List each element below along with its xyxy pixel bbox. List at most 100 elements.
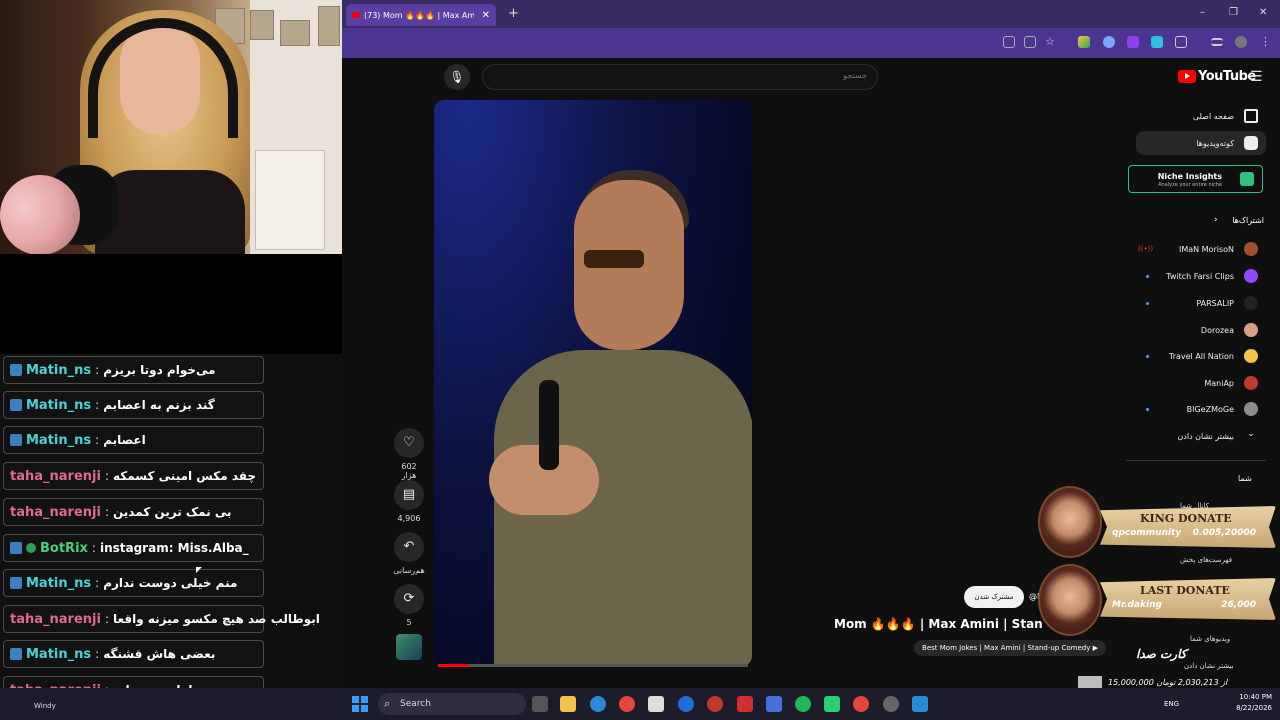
new-content-dot: [1146, 407, 1149, 411]
comment-icon[interactable]: ▤: [394, 480, 424, 510]
shorts-video-player[interactable]: [434, 100, 752, 666]
share-action[interactable]: ↶ هم‌رسانی: [393, 532, 425, 575]
remix-icon[interactable]: ⟳: [394, 584, 424, 614]
voice-search-button[interactable]: 🎙: [444, 64, 470, 90]
you-section-header[interactable]: شما: [1238, 474, 1252, 483]
app-icon[interactable]: [824, 696, 840, 712]
app-icon[interactable]: [737, 696, 753, 712]
chat-username: Matin_ns: [26, 646, 92, 662]
share-icon[interactable]: ↶: [394, 532, 424, 562]
show-more-button[interactable]: بیشتر نشان دادن ⌄: [1126, 424, 1266, 448]
minimize-button[interactable]: –: [1200, 7, 1205, 18]
like-icon[interactable]: ♡: [394, 428, 424, 458]
comment-action[interactable]: ▤ 4,906: [393, 480, 425, 523]
browser-tab[interactable]: (73) Mom 🔥🔥🔥 | Max Amini ✕: [346, 4, 496, 26]
menu-hamburger-icon[interactable]: ☰: [1250, 69, 1263, 85]
app-icon[interactable]: [912, 696, 928, 712]
sidebar-item-label: کوته‌ویدیوها: [1196, 138, 1234, 148]
cast-icon[interactable]: [1024, 36, 1036, 48]
sidebar-item-shorts[interactable]: کوته‌ویدیوها: [1136, 131, 1266, 155]
taskbar-search[interactable]: ⌕ Search: [378, 693, 526, 715]
translate-icon[interactable]: [1003, 36, 1015, 48]
sidebar-item-subscription[interactable]: BIGeZMoGe: [1126, 397, 1266, 421]
subscription-name: Twitch Farsi Clips: [1166, 271, 1234, 281]
spotify-icon[interactable]: [795, 696, 811, 712]
chrome-icon[interactable]: [619, 696, 635, 712]
chat-text: بی نمک ترین کمدین: [112, 505, 232, 519]
subscription-name: PARSALIP: [1196, 298, 1234, 308]
search-input[interactable]: جستجو: [482, 64, 878, 90]
channel-avatar: [1244, 242, 1258, 256]
wall-poster: [280, 20, 310, 46]
remix-action[interactable]: ⟳ 5: [393, 584, 425, 627]
playlist-icon[interactable]: [1211, 38, 1223, 46]
system-clock[interactable]: 10:40 PM 8/22/2026: [1228, 692, 1272, 714]
new-content-dot: [1146, 354, 1149, 358]
app-icon[interactable]: [678, 696, 694, 712]
stats-app-icon[interactable]: [766, 696, 782, 712]
chevron-right-icon[interactable]: ›: [1214, 215, 1218, 225]
weather-widget[interactable]: Windy: [34, 702, 56, 710]
niche-title: Niche Insights: [1157, 172, 1222, 181]
bookmark-star-icon[interactable]: ☆: [1045, 36, 1057, 48]
store-icon[interactable]: [648, 696, 664, 712]
sidebar-item-subscription[interactable]: Travel All Nation: [1126, 344, 1266, 368]
browser-menu-icon[interactable]: ⋮: [1260, 36, 1272, 48]
video-progress-bar[interactable]: [438, 664, 748, 667]
subscription-name: ManiAp: [1204, 378, 1234, 388]
chrome-active-icon[interactable]: [853, 696, 869, 712]
new-content-dot: [1146, 274, 1149, 278]
sidebar-item-subscription[interactable]: ((•)) IMaN MorisoN: [1126, 237, 1266, 261]
sidebar-item-subscription[interactable]: ManiAp: [1126, 371, 1266, 395]
audio-thumbnail[interactable]: [396, 634, 422, 660]
home-icon: [1244, 109, 1258, 123]
chat-message: taha_narenji: بی نمک ترین کمدین: [3, 498, 264, 526]
twitch-badge-icon: [10, 648, 22, 660]
wall-poster: [318, 6, 340, 46]
chat-text: بعضی هاش قشنگه: [103, 647, 216, 661]
sidebar-item-subscription[interactable]: Dorozea: [1126, 318, 1266, 342]
file-explorer-icon[interactable]: [560, 696, 576, 712]
edge-icon[interactable]: [590, 696, 606, 712]
extension-icon[interactable]: [1151, 36, 1163, 48]
channel-avatar: [1244, 402, 1258, 416]
sidebar-item-show-more[interactable]: بیشتر نشان دادن: [1184, 662, 1234, 670]
extension-icon[interactable]: [1078, 36, 1090, 48]
new-tab-button[interactable]: +: [508, 6, 519, 21]
king-donate-value: 0.005,20000: [1192, 528, 1256, 538]
chat-message: taha_narenji: چقد مکس امینی کسمکه: [3, 462, 264, 490]
chat-message: Matin_ns: می‌خوام دوتا بریزم: [3, 356, 264, 384]
sidebar-item-home[interactable]: صفحه اصلی: [1126, 104, 1266, 128]
windows-taskbar: [0, 688, 1280, 720]
donor-avatar: [1038, 486, 1102, 558]
comedian-glasses: [584, 250, 644, 268]
task-view-icon[interactable]: [532, 696, 548, 712]
extension-icon[interactable]: [1127, 36, 1139, 48]
shield-extension-icon[interactable]: [1103, 36, 1115, 48]
windows-start-icon[interactable]: [352, 696, 368, 712]
subscription-name: BIGeZMoGe: [1186, 404, 1234, 414]
verified-badge-icon: [26, 543, 36, 553]
chat-message: taha_narenji: ابوطالب صد هیچ مکسو میزنه و…: [3, 605, 320, 633]
app-icon[interactable]: [707, 696, 723, 712]
extensions-puzzle-icon[interactable]: [1175, 36, 1187, 48]
last-donate-banner: LAST DONATE Mr.daking 26,000: [1100, 578, 1276, 620]
close-window-button[interactable]: ✕: [1259, 7, 1267, 18]
channel-avatar: [1244, 349, 1258, 363]
twitch-badge-icon: [10, 434, 22, 446]
microphone-icon: 🎙: [449, 70, 465, 84]
language-indicator[interactable]: ENG: [1164, 700, 1179, 708]
chat-overlay: Matin_ns: می‌خوام دوتا بریزم Matin_ns: گند…: [0, 354, 342, 700]
subscriptions-header[interactable]: اشتراک‌ها: [1200, 216, 1264, 225]
close-tab-icon[interactable]: ✕: [482, 10, 490, 21]
subscribe-button[interactable]: مشترک شدن: [964, 586, 1024, 608]
profile-avatar[interactable]: [1235, 36, 1247, 48]
maximize-button[interactable]: ❐: [1229, 7, 1238, 18]
youtube-logo[interactable]: YouTube: [1178, 69, 1256, 84]
subscription-name: Travel All Nation: [1169, 351, 1234, 361]
like-action[interactable]: ♡ 602 هزار: [393, 428, 425, 480]
niche-insights-button[interactable]: Niche Insights Analyze your entire niche: [1128, 165, 1263, 193]
app-icon[interactable]: [883, 696, 899, 712]
sidebar-item-subscription[interactable]: PARSALIP: [1126, 291, 1266, 315]
sidebar-item-subscription[interactable]: Twitch Farsi Clips: [1126, 264, 1266, 288]
